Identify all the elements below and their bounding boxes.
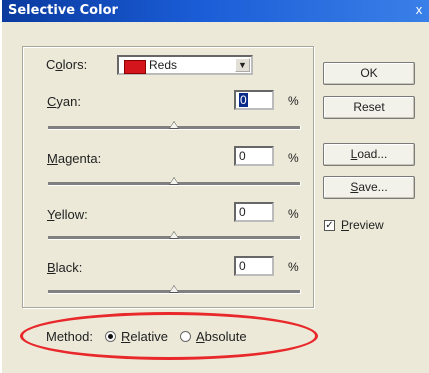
method-highlight-ellipse [20, 312, 318, 360]
cyan-label: Cyan: [47, 94, 81, 109]
colors-row: Colors: [46, 50, 116, 78]
preview-row[interactable]: ✓ Preview [324, 218, 384, 232]
magenta-label: Magenta: [47, 151, 102, 166]
magenta-percent: % [288, 151, 299, 165]
title-bar[interactable]: Selective Color x [2, 0, 429, 22]
magenta-input[interactable]: 0 [234, 146, 274, 166]
ok-button[interactable]: OK [323, 62, 415, 85]
black-percent: % [288, 260, 299, 274]
close-icon[interactable]: x [411, 2, 427, 18]
yellow-percent: % [288, 207, 299, 221]
reset-button[interactable]: Reset [323, 96, 415, 119]
chevron-down-icon[interactable]: ▼ [235, 58, 250, 72]
cyan-slider-thumb[interactable] [169, 121, 179, 129]
reds-swatch [124, 60, 146, 74]
magenta-slider-thumb[interactable] [169, 177, 179, 185]
preview-checkbox[interactable]: ✓ [324, 219, 335, 231]
colors-dropdown-value: Reds [149, 58, 178, 72]
cyan-input[interactable]: 0 [234, 90, 274, 110]
save-button[interactable]: Save... [323, 176, 415, 199]
yellow-slider-thumb[interactable] [169, 231, 179, 239]
window-title: Selective Color [8, 3, 118, 18]
selective-color-dialog: Selective Color x Colors: Reds ▼ Cyan: 0… [2, 0, 429, 373]
black-label: Black: [47, 260, 83, 275]
preview-label: Preview [341, 218, 384, 232]
load-button[interactable]: Load... [323, 143, 415, 166]
cyan-percent: % [288, 94, 299, 108]
yellow-input[interactable]: 0 [234, 202, 274, 222]
black-input[interactable]: 0 [234, 256, 274, 276]
yellow-label: Yellow: [47, 207, 88, 222]
colors-label: Colors: [46, 56, 88, 72]
colors-dropdown[interactable]: Reds ▼ [117, 55, 253, 75]
black-slider-thumb[interactable] [169, 285, 179, 293]
